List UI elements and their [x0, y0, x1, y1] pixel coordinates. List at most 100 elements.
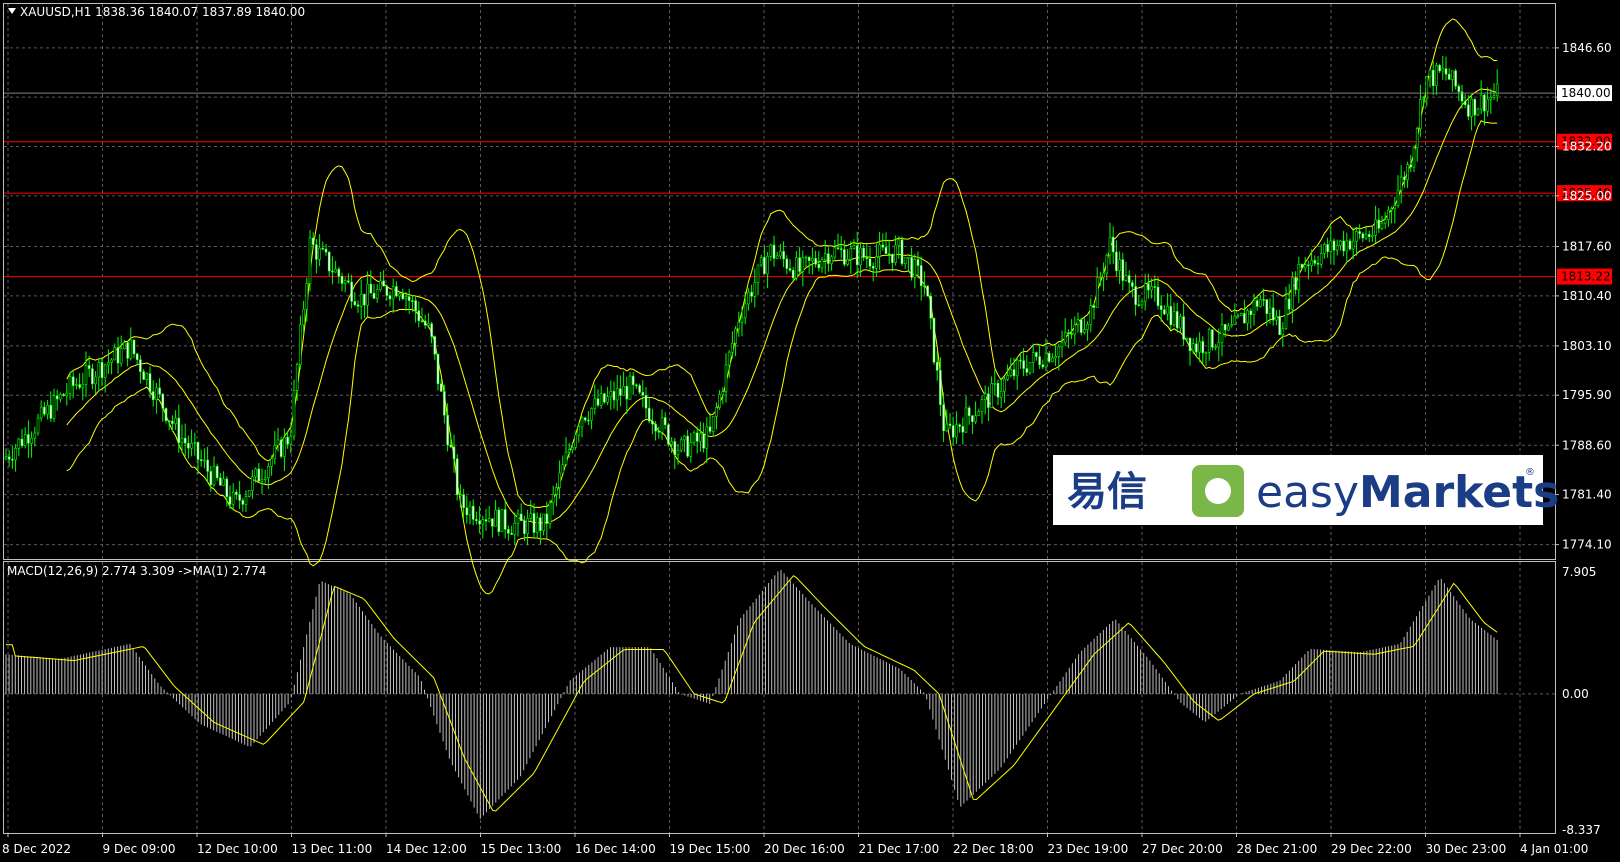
symbol-dropdown-icon[interactable]: [8, 8, 16, 14]
candle-body: [279, 439, 283, 457]
candle-body: [119, 348, 123, 364]
chart-window[interactable]: 1832.90 1825.40 1813.22 XAUUSD,H1 1838.36 …: [0, 0, 1620, 862]
candle-body: [11, 459, 14, 461]
candle-body: [1262, 299, 1265, 301]
candle-body: [273, 445, 277, 460]
candle-body: [1191, 343, 1195, 352]
candle-body: [1006, 375, 1009, 380]
current-price-label: 1840.00: [1561, 86, 1611, 100]
candle-body: [164, 408, 168, 422]
candle-body: [71, 376, 75, 386]
candle-body: [599, 393, 603, 406]
candle-body: [1303, 264, 1307, 269]
candle-body: [299, 324, 302, 365]
candle-body: [935, 361, 939, 371]
candle-body: [161, 393, 165, 409]
candle-body: [695, 432, 699, 442]
candle-body: [324, 248, 328, 253]
candle-body: [305, 283, 309, 310]
candle-body: [1489, 97, 1493, 100]
candle-body: [1198, 341, 1201, 353]
candle-body: [187, 442, 190, 449]
candle-body: [177, 417, 181, 443]
candle-body: [1339, 240, 1342, 246]
candle-body: [823, 253, 827, 261]
time-tick-label: 16 Dec 14:00: [575, 842, 656, 856]
candle-body: [507, 529, 510, 534]
macd-panel-frame: [3, 561, 1556, 834]
candle-body: [1361, 233, 1365, 239]
candle-body: [916, 259, 920, 266]
candle-body: [545, 513, 549, 524]
candle-body: [1012, 369, 1016, 377]
candle-body: [1396, 189, 1400, 206]
candle-body: [1217, 342, 1221, 348]
macd-tick-label: 0.00: [1562, 687, 1589, 701]
candle-body: [1268, 307, 1272, 314]
candle-body: [260, 479, 264, 482]
candle-body: [798, 257, 801, 272]
candle-body: [219, 477, 222, 486]
candle-body: [395, 286, 398, 297]
candle-body: [1233, 315, 1237, 325]
candle-body: [945, 423, 949, 432]
candle-body: [1137, 304, 1141, 306]
macd-histogram: [5, 569, 1498, 819]
candle-body: [593, 398, 597, 409]
candle-body: [17, 438, 21, 449]
candle-body: [788, 268, 792, 271]
candle-body: [667, 424, 670, 445]
candle-body: [1492, 95, 1496, 98]
price-tick-label: 1774.10: [1562, 538, 1612, 552]
candle-body: [100, 361, 104, 378]
candle-body: [1019, 359, 1022, 362]
candle-body: [1479, 94, 1483, 110]
chart-canvas[interactable]: 1832.901825.401813.22 XAUUSD,H1 1838.36 …: [0, 0, 1620, 862]
candle-body: [1003, 379, 1006, 392]
candle-body: [542, 513, 545, 532]
candle-body: [1150, 286, 1153, 291]
candle-body: [484, 519, 488, 522]
candle-body: [1425, 76, 1429, 99]
candle-body: [87, 365, 91, 369]
candle-body: [1038, 356, 1041, 366]
candle-body: [718, 394, 721, 408]
candle-body: [171, 420, 174, 424]
candle-body: [449, 444, 453, 448]
candle-body: [855, 245, 859, 266]
candle-body: [1428, 69, 1432, 77]
candle-body: [212, 465, 216, 486]
candle-body: [267, 465, 270, 479]
candle-body: [731, 343, 734, 353]
candle-body: [478, 520, 481, 525]
candle-body: [1169, 306, 1173, 326]
candle-body: [1271, 307, 1275, 321]
candle-body: [1470, 98, 1473, 117]
candle-body: [222, 478, 225, 486]
candle-body: [142, 371, 145, 380]
candle-body: [75, 384, 78, 386]
candle-body: [334, 268, 337, 273]
horizontal-lines[interactable]: 1832.901825.401813.22: [4, 133, 1612, 285]
candle-body: [1457, 85, 1461, 92]
candle-body: [721, 391, 725, 395]
candle-body: [139, 359, 142, 372]
candle-body: [1249, 310, 1253, 315]
candle-body: [110, 359, 113, 363]
candle-body: [708, 426, 712, 432]
candle-body: [1211, 329, 1214, 348]
candle-body: [1188, 337, 1192, 352]
candle-body: [571, 447, 574, 450]
candle-body: [535, 517, 539, 533]
candle-body: [753, 282, 757, 297]
candle-body: [1364, 234, 1368, 239]
candle-body: [865, 257, 869, 260]
candle-body: [939, 370, 942, 405]
candle-body: [795, 257, 798, 279]
candle-body: [692, 432, 696, 443]
candle-body: [756, 264, 760, 283]
bollinger-upper: [66, 18, 1498, 508]
candle-body: [286, 436, 289, 445]
candle-body: [465, 507, 469, 516]
candle-body: [1185, 337, 1189, 340]
